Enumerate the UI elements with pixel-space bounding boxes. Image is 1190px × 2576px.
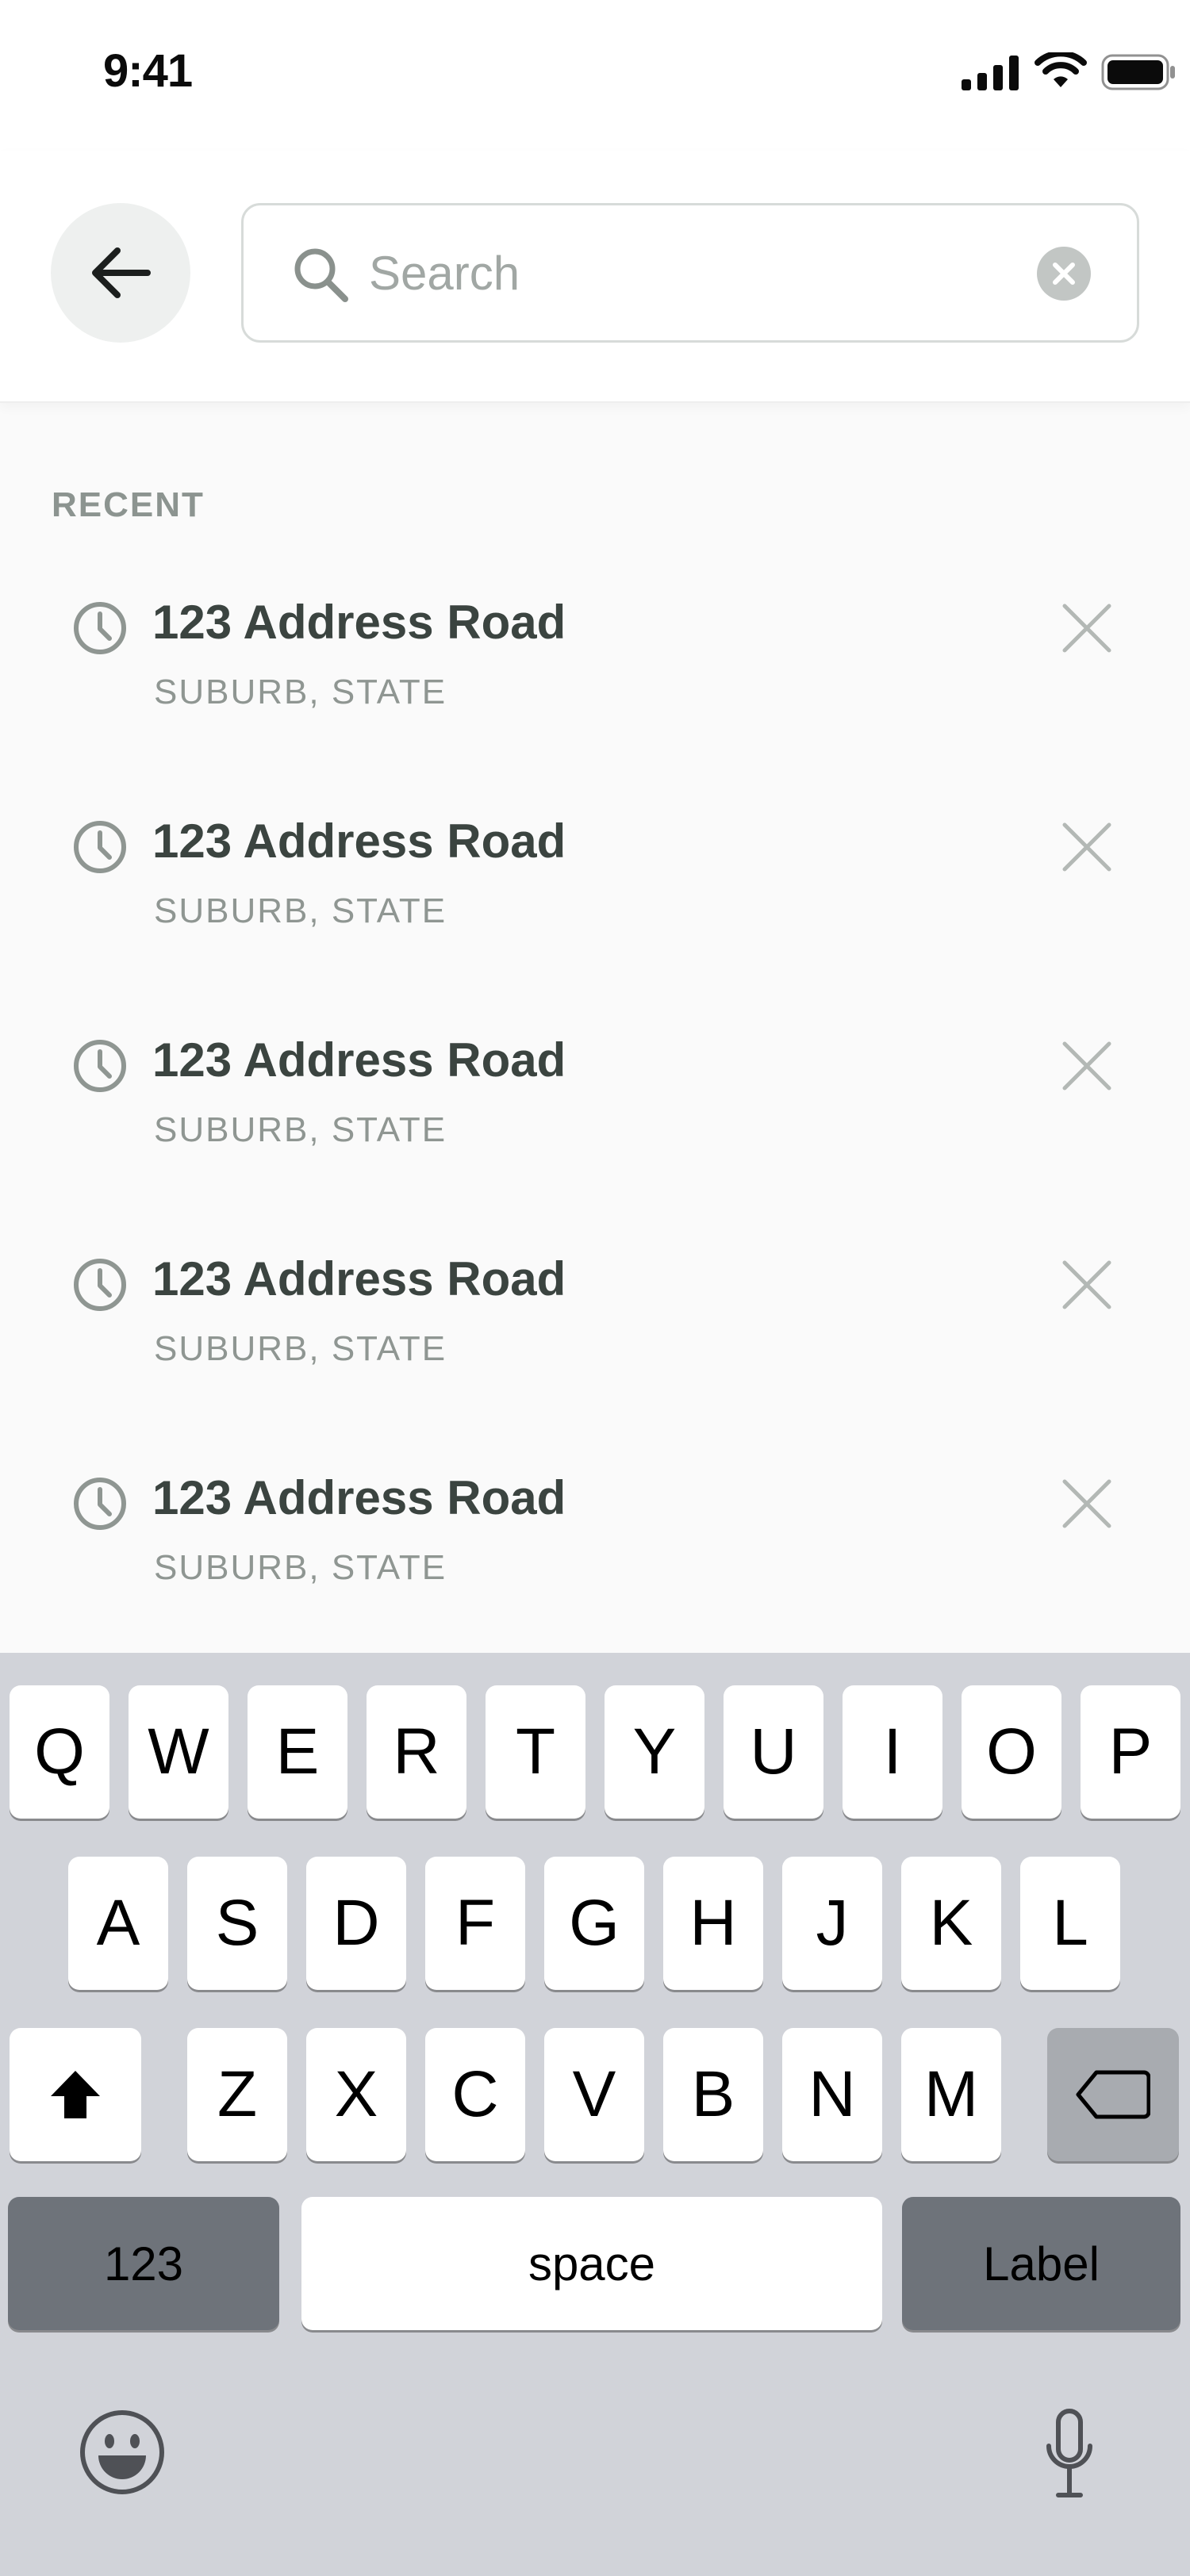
search-header (0, 151, 1190, 403)
key-s[interactable]: S (187, 1857, 287, 1990)
clock-icon (74, 1040, 126, 1092)
key-r[interactable]: R (367, 1685, 466, 1819)
cellular-signal-icon (962, 56, 1019, 90)
close-icon (1062, 1479, 1111, 1528)
remove-recent-button[interactable] (1049, 1247, 1125, 1323)
recent-item-subtitle: SUBURB, STATE (154, 1110, 447, 1149)
key-y[interactable]: Y (605, 1685, 704, 1819)
arrow-left-icon (92, 247, 151, 298)
recent-item[interactable]: 123 Address Road SUBURB, STATE (0, 1228, 1190, 1447)
back-button[interactable] (51, 203, 190, 343)
remove-recent-button[interactable] (1049, 1028, 1125, 1104)
key-g[interactable]: G (544, 1857, 644, 1990)
recent-item[interactable]: 123 Address Road SUBURB, STATE (0, 1447, 1190, 1666)
recent-item-title: 123 Address Road (152, 1252, 566, 1305)
shift-key[interactable] (10, 2028, 141, 2161)
key-n[interactable]: N (782, 2028, 882, 2161)
key-a[interactable]: A (68, 1857, 168, 1990)
key-i[interactable]: I (843, 1685, 942, 1819)
clock-icon (74, 821, 126, 873)
keyboard: Q W E R T Y U I O P A S D F G H J K L Z … (0, 1653, 1190, 2576)
key-e[interactable]: E (248, 1685, 347, 1819)
key-o[interactable]: O (962, 1685, 1061, 1819)
key-f[interactable]: F (425, 1857, 525, 1990)
search-box[interactable] (241, 203, 1139, 343)
close-icon (1062, 1041, 1111, 1091)
recent-item-title: 123 Address Road (152, 1471, 566, 1524)
return-key[interactable]: Label (902, 2197, 1180, 2330)
wifi-icon (1035, 52, 1087, 87)
status-time: 9:41 (103, 45, 193, 97)
emoji-icon[interactable] (78, 2408, 167, 2497)
backspace-icon (1076, 2070, 1150, 2119)
microphone-icon[interactable] (1044, 2408, 1095, 2500)
key-k[interactable]: K (901, 1857, 1001, 1990)
clear-search-button[interactable] (1037, 247, 1091, 301)
recent-list: 123 Address Road SUBURB, STATE 123 Addre… (0, 571, 1190, 1666)
key-c[interactable]: C (425, 2028, 525, 2161)
recent-item-subtitle: SUBURB, STATE (154, 1548, 447, 1587)
key-b[interactable]: B (663, 2028, 763, 2161)
clear-icon (1053, 263, 1075, 285)
shift-icon (51, 2071, 100, 2118)
key-d[interactable]: D (306, 1857, 406, 1990)
key-w[interactable]: W (129, 1685, 228, 1819)
recent-item[interactable]: 123 Address Road SUBURB, STATE (0, 571, 1190, 790)
remove-recent-button[interactable] (1049, 809, 1125, 885)
recent-item-subtitle: SUBURB, STATE (154, 673, 447, 711)
close-icon (1062, 1260, 1111, 1309)
clock-icon (74, 1478, 126, 1530)
key-m[interactable]: M (901, 2028, 1001, 2161)
search-icon (294, 248, 348, 302)
recent-item-title: 123 Address Road (152, 815, 566, 868)
status-bar: 9:41 (0, 0, 1190, 151)
key-u[interactable]: U (724, 1685, 823, 1819)
recent-item-subtitle: SUBURB, STATE (154, 891, 447, 930)
recent-item-title: 123 Address Road (152, 596, 566, 649)
key-v[interactable]: V (544, 2028, 644, 2161)
key-q[interactable]: Q (10, 1685, 109, 1819)
key-l[interactable]: L (1020, 1857, 1120, 1990)
key-j[interactable]: J (782, 1857, 882, 1990)
close-icon (1062, 604, 1111, 653)
recent-item[interactable]: 123 Address Road SUBURB, STATE (0, 1009, 1190, 1228)
recent-item-title: 123 Address Road (152, 1033, 566, 1087)
key-x[interactable]: X (306, 2028, 406, 2161)
key-z[interactable]: Z (187, 2028, 287, 2161)
key-p[interactable]: P (1081, 1685, 1180, 1819)
remove-recent-button[interactable] (1049, 1466, 1125, 1542)
close-icon (1062, 822, 1111, 872)
clock-icon (74, 1259, 126, 1311)
clock-icon (74, 602, 126, 654)
battery-icon (1101, 54, 1175, 90)
key-h[interactable]: H (663, 1857, 763, 1990)
search-input[interactable] (369, 229, 1019, 316)
backspace-key[interactable] (1047, 2028, 1179, 2161)
remove-recent-button[interactable] (1049, 590, 1125, 666)
numbers-key[interactable]: 123 (8, 2197, 279, 2330)
recent-heading: RECENT (52, 485, 205, 524)
recent-item-subtitle: SUBURB, STATE (154, 1329, 447, 1368)
recent-item[interactable]: 123 Address Road SUBURB, STATE (0, 790, 1190, 1009)
key-t[interactable]: T (486, 1685, 585, 1819)
space-key[interactable]: space (301, 2197, 882, 2330)
